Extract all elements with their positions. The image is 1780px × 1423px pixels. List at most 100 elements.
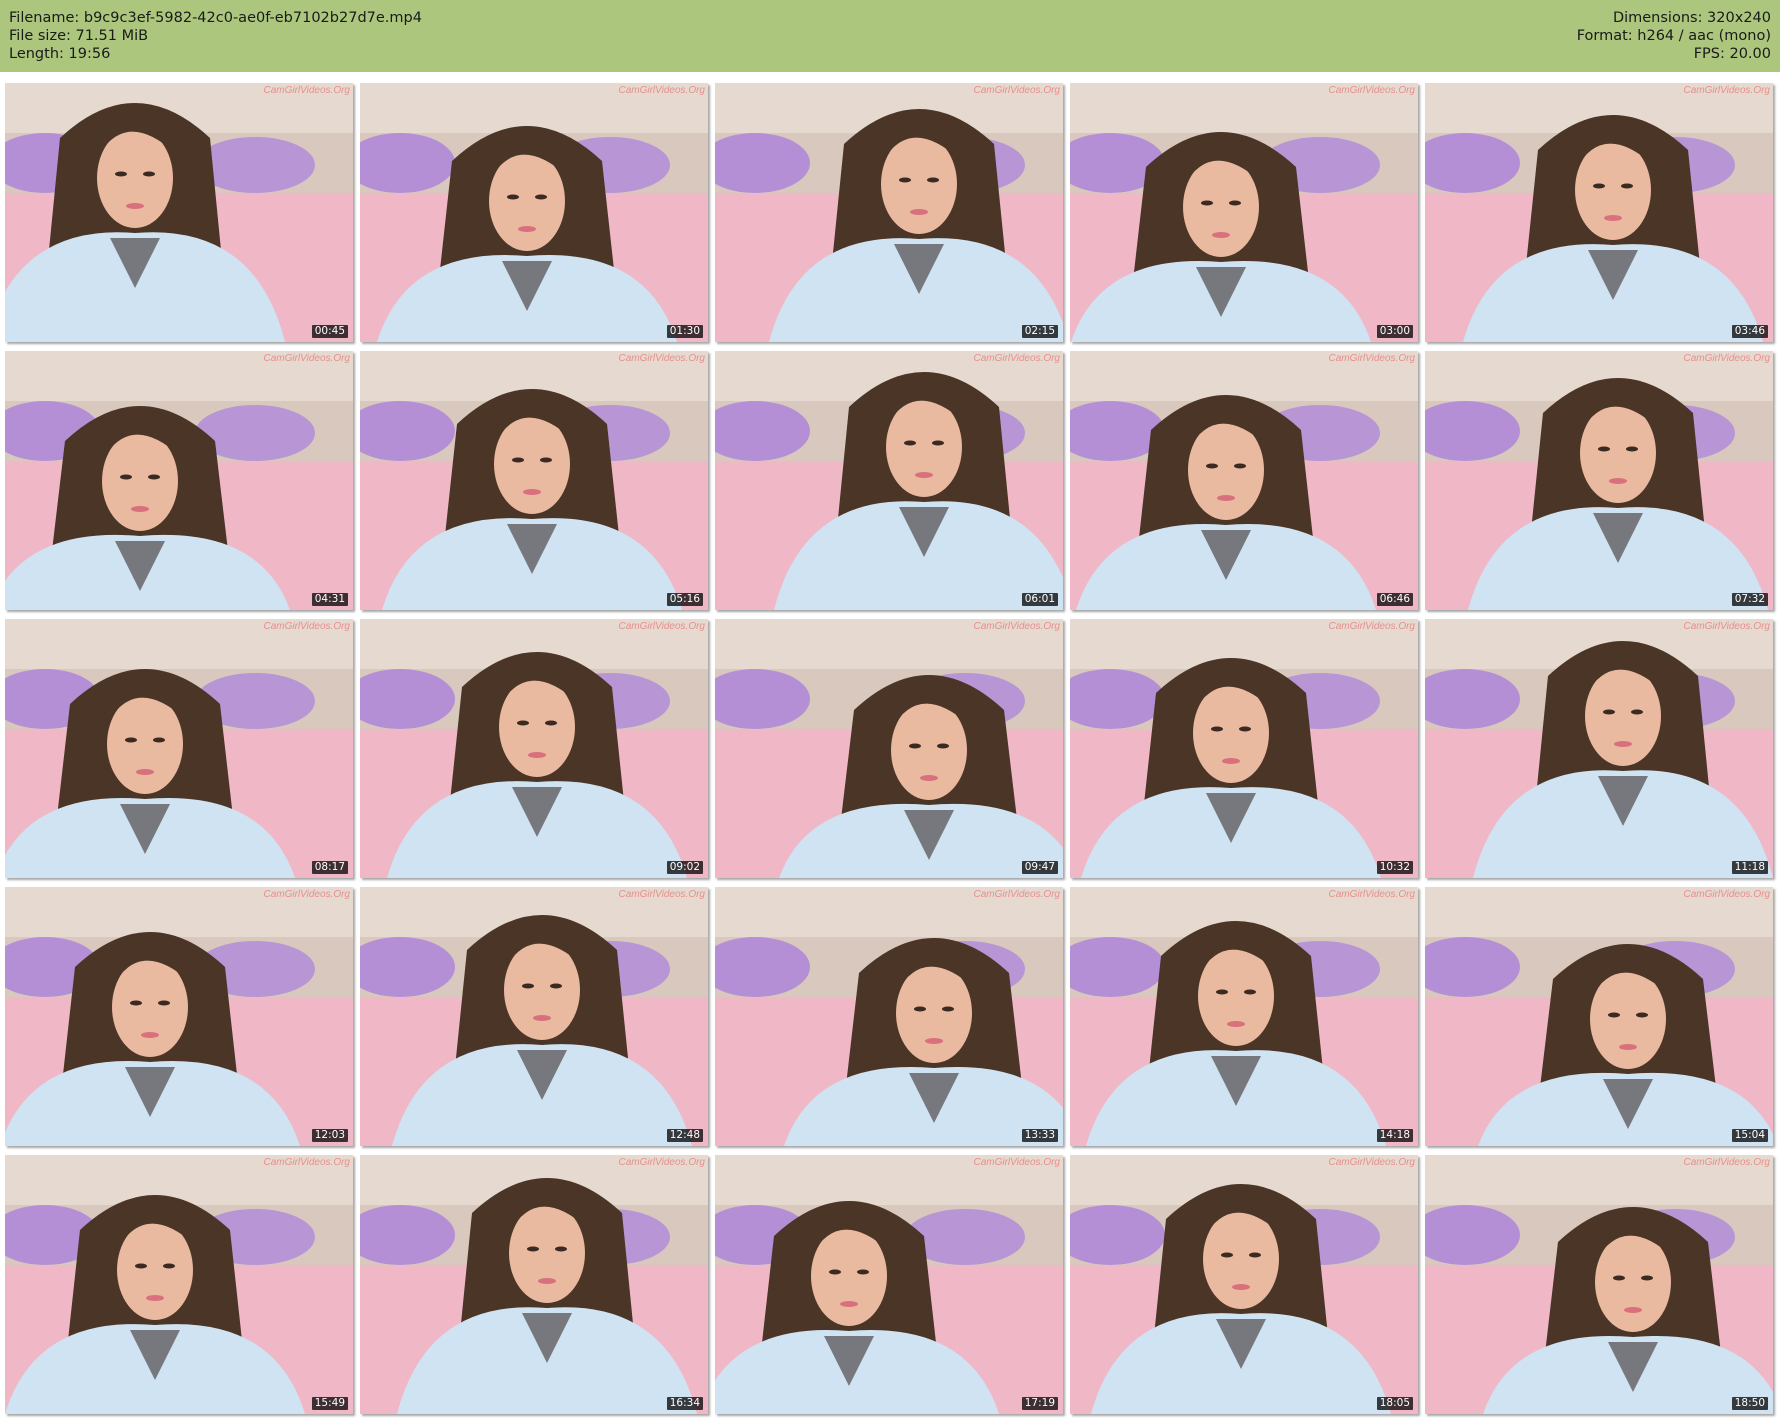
video-frame-thumbnail: CamGirlVideos.Org 06:46 bbox=[1070, 351, 1418, 610]
watermark-text: CamGirlVideos.Org bbox=[973, 353, 1060, 364]
timestamp-label: 14:18 bbox=[1376, 1129, 1413, 1142]
frame-image bbox=[1425, 887, 1773, 1146]
timestamp-label: 06:46 bbox=[1376, 593, 1413, 606]
timestamp-label: 13:33 bbox=[1021, 1129, 1058, 1142]
frame-image bbox=[1425, 351, 1773, 610]
frame-image bbox=[715, 351, 1063, 610]
timestamp-label: 07:32 bbox=[1731, 593, 1768, 606]
watermark-text: CamGirlVideos.Org bbox=[973, 1157, 1060, 1168]
contact-sheet-header: Filename: b9c9c3ef-5982-42c0-ae0f-eb7102… bbox=[0, 0, 1780, 72]
video-frame-thumbnail: CamGirlVideos.Org 08:17 bbox=[5, 619, 353, 878]
timestamp-label: 17:19 bbox=[1021, 1397, 1058, 1410]
frame-image bbox=[1425, 1155, 1773, 1414]
video-frame-thumbnail: CamGirlVideos.Org 11:18 bbox=[1425, 619, 1773, 878]
dimensions-text: Dimensions: 320x240 bbox=[1612, 10, 1771, 26]
video-frame-thumbnail: CamGirlVideos.Org 09:47 bbox=[715, 619, 1063, 878]
frame-image bbox=[5, 351, 353, 610]
frame-image bbox=[715, 619, 1063, 878]
watermark-text: CamGirlVideos.Org bbox=[263, 889, 350, 900]
frame-image bbox=[1070, 887, 1418, 1146]
file-info: Filename: b9c9c3ef-5982-42c0-ae0f-eb7102… bbox=[9, 9, 422, 63]
video-frame-thumbnail: CamGirlVideos.Org 10:32 bbox=[1070, 619, 1418, 878]
timestamp-label: 08:17 bbox=[311, 861, 348, 874]
watermark-text: CamGirlVideos.Org bbox=[1328, 889, 1415, 900]
frame-image bbox=[5, 887, 353, 1146]
video-frame-thumbnail: CamGirlVideos.Org 12:03 bbox=[5, 887, 353, 1146]
timestamp-label: 06:01 bbox=[1021, 593, 1058, 606]
watermark-text: CamGirlVideos.Org bbox=[618, 621, 705, 632]
timestamp-label: 04:31 bbox=[311, 593, 348, 606]
video-frame-thumbnail: CamGirlVideos.Org 01:30 bbox=[360, 83, 708, 342]
frame-image bbox=[360, 1155, 708, 1414]
frame-image bbox=[360, 83, 708, 342]
watermark-text: CamGirlVideos.Org bbox=[263, 1157, 350, 1168]
video-frame-thumbnail: CamGirlVideos.Org 02:15 bbox=[715, 83, 1063, 342]
frame-image bbox=[360, 887, 708, 1146]
frame-image bbox=[360, 619, 708, 878]
fps-text: FPS: 20.00 bbox=[1693, 46, 1771, 62]
frame-image bbox=[1070, 619, 1418, 878]
video-frame-thumbnail: CamGirlVideos.Org 09:02 bbox=[360, 619, 708, 878]
format-text: Format: h264 / aac (mono) bbox=[1576, 28, 1771, 44]
watermark-text: CamGirlVideos.Org bbox=[1328, 1157, 1415, 1168]
watermark-text: CamGirlVideos.Org bbox=[618, 85, 705, 96]
watermark-text: CamGirlVideos.Org bbox=[618, 889, 705, 900]
video-frame-thumbnail: CamGirlVideos.Org 15:49 bbox=[5, 1155, 353, 1414]
watermark-text: CamGirlVideos.Org bbox=[973, 85, 1060, 96]
video-frame-thumbnail: CamGirlVideos.Org 15:04 bbox=[1425, 887, 1773, 1146]
frame-image bbox=[715, 1155, 1063, 1414]
watermark-text: CamGirlVideos.Org bbox=[1328, 621, 1415, 632]
stream-info: Dimensions: 320x240 Format: h264 / aac (… bbox=[1577, 9, 1771, 63]
video-frame-thumbnail: CamGirlVideos.Org 17:19 bbox=[715, 1155, 1063, 1414]
timestamp-label: 05:16 bbox=[666, 593, 703, 606]
video-frame-thumbnail: CamGirlVideos.Org 04:31 bbox=[5, 351, 353, 610]
video-frame-thumbnail: CamGirlVideos.Org 13:33 bbox=[715, 887, 1063, 1146]
watermark-text: CamGirlVideos.Org bbox=[263, 85, 350, 96]
length-text: Length: 19:56 bbox=[9, 46, 111, 62]
timestamp-label: 18:05 bbox=[1376, 1397, 1413, 1410]
watermark-text: CamGirlVideos.Org bbox=[618, 353, 705, 364]
frame-image bbox=[1070, 1155, 1418, 1414]
video-frame-thumbnail: CamGirlVideos.Org 00:45 bbox=[5, 83, 353, 342]
frame-image bbox=[5, 1155, 353, 1414]
frame-image bbox=[1425, 83, 1773, 342]
video-frame-thumbnail: CamGirlVideos.Org 16:34 bbox=[360, 1155, 708, 1414]
frame-image bbox=[5, 619, 353, 878]
timestamp-label: 10:32 bbox=[1376, 861, 1413, 874]
timestamp-label: 00:45 bbox=[311, 325, 348, 338]
video-frame-thumbnail: CamGirlVideos.Org 05:16 bbox=[360, 351, 708, 610]
frame-image bbox=[715, 887, 1063, 1146]
timestamp-label: 16:34 bbox=[666, 1397, 703, 1410]
timestamp-label: 15:04 bbox=[1731, 1129, 1768, 1142]
timestamp-label: 12:03 bbox=[311, 1129, 348, 1142]
timestamp-label: 09:47 bbox=[1021, 861, 1058, 874]
filesize-text: File size: 71.51 MiB bbox=[9, 28, 149, 44]
timestamp-label: 01:30 bbox=[666, 325, 703, 338]
watermark-text: CamGirlVideos.Org bbox=[1328, 353, 1415, 364]
video-frame-thumbnail: CamGirlVideos.Org 12:48 bbox=[360, 887, 708, 1146]
timestamp-label: 18:50 bbox=[1731, 1397, 1768, 1410]
filename-text: Filename: b9c9c3ef-5982-42c0-ae0f-eb7102… bbox=[9, 10, 422, 26]
timestamp-label: 09:02 bbox=[666, 861, 703, 874]
timestamp-label: 02:15 bbox=[1021, 325, 1058, 338]
video-frame-thumbnail: CamGirlVideos.Org 18:50 bbox=[1425, 1155, 1773, 1414]
watermark-text: CamGirlVideos.Org bbox=[1683, 1157, 1770, 1168]
timestamp-label: 15:49 bbox=[311, 1397, 348, 1410]
timestamp-label: 12:48 bbox=[666, 1129, 703, 1142]
watermark-text: CamGirlVideos.Org bbox=[618, 1157, 705, 1168]
watermark-text: CamGirlVideos.Org bbox=[1683, 621, 1770, 632]
video-frame-thumbnail: CamGirlVideos.Org 07:32 bbox=[1425, 351, 1773, 610]
watermark-text: CamGirlVideos.Org bbox=[263, 621, 350, 632]
thumbnail-grid: CamGirlVideos.Org 00:45 CamGirlVideos.Org… bbox=[5, 83, 1776, 1419]
frame-image bbox=[1425, 619, 1773, 878]
watermark-text: CamGirlVideos.Org bbox=[973, 621, 1060, 632]
frame-image bbox=[1070, 351, 1418, 610]
watermark-text: CamGirlVideos.Org bbox=[973, 889, 1060, 900]
timestamp-label: 11:18 bbox=[1731, 861, 1768, 874]
watermark-text: CamGirlVideos.Org bbox=[1683, 889, 1770, 900]
watermark-text: CamGirlVideos.Org bbox=[1328, 85, 1415, 96]
timestamp-label: 03:46 bbox=[1731, 325, 1768, 338]
video-frame-thumbnail: CamGirlVideos.Org 06:01 bbox=[715, 351, 1063, 610]
frame-image bbox=[715, 83, 1063, 342]
frame-image bbox=[5, 83, 353, 342]
